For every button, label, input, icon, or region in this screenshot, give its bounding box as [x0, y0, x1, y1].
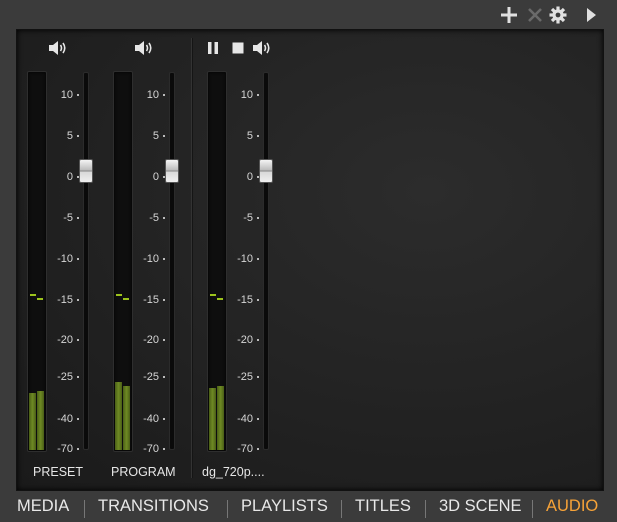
db-tick-label: -5	[221, 212, 259, 224]
db-tick-label: -5	[127, 212, 165, 224]
db-tick-label: 5	[127, 130, 165, 142]
db-tick-label: -15	[41, 294, 79, 306]
audio-mixer-panel: 10 5 0 -5 -10 -15 -20 -25 -40 -70 PRESET 10 5 0 -5 -1…	[16, 29, 604, 491]
db-scale: 10 5 0 -5 -10 -15 -20 -25 -40 -70	[209, 30, 267, 490]
volume-fader-track[interactable]	[169, 72, 175, 450]
db-tick-label: 0	[127, 171, 165, 183]
tab-transitions[interactable]: TRANSITIONS	[98, 497, 209, 516]
tab-playlists[interactable]: PLAYLISTS	[241, 497, 328, 516]
db-tick-label: 10	[41, 89, 79, 101]
tab-titles[interactable]: TITLES	[355, 497, 411, 516]
db-tick-label: -40	[221, 413, 259, 425]
volume-fader-knob[interactable]	[79, 159, 93, 183]
db-tick-label: 5	[221, 130, 259, 142]
db-tick-label: 0	[221, 171, 259, 183]
add-icon[interactable]	[500, 6, 518, 24]
db-tick-label: 10	[127, 89, 165, 101]
db-tick-label: -25	[127, 371, 165, 383]
top-toolbar	[0, 0, 617, 30]
db-tick-label: -20	[41, 334, 79, 346]
strip-label: PROGRAM	[111, 465, 176, 479]
db-tick-label: -40	[127, 413, 165, 425]
db-scale: 10 5 0 -5 -10 -15 -20 -25 -40 -70	[29, 30, 87, 490]
mixer-strip-clip: 10 5 0 -5 -10 -15 -20 -25 -40 -70 dg_720p....	[197, 30, 307, 490]
db-tick-label: -5	[41, 212, 79, 224]
mixer-strip-preset: 10 5 0 -5 -10 -15 -20 -25 -40 -70 PRESET	[17, 30, 107, 490]
db-tick-label: -10	[221, 253, 259, 265]
tab-separator	[227, 500, 228, 518]
db-tick-label: -15	[221, 294, 259, 306]
db-tick-label: -25	[41, 371, 79, 383]
close-icon[interactable]	[526, 6, 544, 24]
db-tick-label: -20	[127, 334, 165, 346]
db-tick-label: -25	[221, 371, 259, 383]
db-tick-label: -10	[127, 253, 165, 265]
tab-3d-scene[interactable]: 3D SCENE	[439, 497, 522, 516]
db-tick-label: -15	[127, 294, 165, 306]
bottom-tab-bar: MEDIA TRANSITIONS PLAYLISTS TITLES 3D SC…	[0, 492, 617, 522]
strip-label: dg_720p....	[202, 465, 265, 479]
db-tick-label: -70	[221, 443, 259, 455]
strip-label: PRESET	[33, 465, 84, 479]
volume-fader-track[interactable]	[83, 72, 89, 450]
db-tick-label: -10	[41, 253, 79, 265]
volume-fader-track[interactable]	[263, 72, 269, 450]
volume-fader-knob[interactable]	[259, 159, 273, 183]
tab-separator	[532, 500, 533, 518]
play-arrow-icon[interactable]	[582, 6, 600, 24]
db-tick-label: -70	[41, 443, 79, 455]
db-tick-label: -70	[127, 443, 165, 455]
tab-separator	[341, 500, 342, 518]
mixer-strip-program: 10 5 0 -5 -10 -15 -20 -25 -40 -70 PROGRAM	[103, 30, 193, 490]
db-tick-label: -40	[41, 413, 79, 425]
db-scale: 10 5 0 -5 -10 -15 -20 -25 -40 -70	[115, 30, 173, 490]
db-tick-label: -20	[221, 334, 259, 346]
db-tick-label: 0	[41, 171, 79, 183]
tab-separator	[84, 500, 85, 518]
tab-separator	[425, 500, 426, 518]
tab-media[interactable]: MEDIA	[17, 497, 69, 516]
db-tick-label: 5	[41, 130, 79, 142]
db-tick-label: 10	[221, 89, 259, 101]
volume-fader-knob[interactable]	[165, 159, 179, 183]
gear-icon[interactable]	[549, 6, 567, 24]
tab-audio[interactable]: AUDIO	[546, 497, 598, 516]
